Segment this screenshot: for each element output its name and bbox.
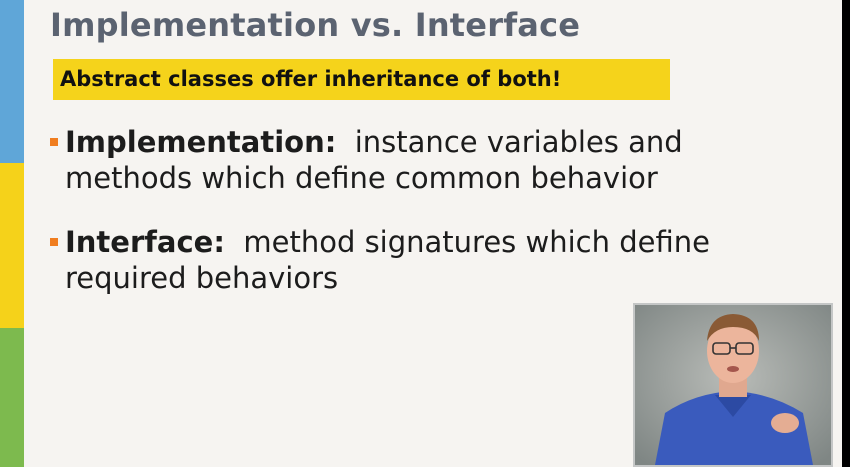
bullet-text-continued: methods which define common behavior (65, 161, 658, 195)
slide: Implementation vs. Interface Abstract cl… (0, 0, 842, 467)
highlight-text: Abstract classes offer inheritance of bo… (60, 67, 562, 91)
bullet-text-continued: required behaviors (65, 261, 339, 295)
accent-stripe-green (0, 328, 24, 467)
accent-stripe-yellow (0, 163, 24, 328)
bullet-term: Interface: (65, 225, 225, 259)
accent-stripe-blue (0, 0, 24, 163)
bullet-text: method signatures which define (224, 225, 710, 259)
presenter-video-icon (633, 303, 833, 467)
bullet-text: instance variables and (336, 125, 683, 159)
bullet-marker-icon (50, 138, 58, 146)
bullet-implementation: Implementation: instance variables and m… (50, 124, 683, 196)
highlight-banner: Abstract classes offer inheritance of bo… (53, 59, 670, 100)
bullet-interface: Interface: method signatures which defin… (50, 224, 710, 296)
video-frame: Implementation vs. Interface Abstract cl… (0, 0, 850, 467)
slide-title: Implementation vs. Interface (50, 6, 581, 44)
bullet-marker-icon (50, 238, 58, 246)
bullet-term: Implementation: (65, 125, 337, 159)
